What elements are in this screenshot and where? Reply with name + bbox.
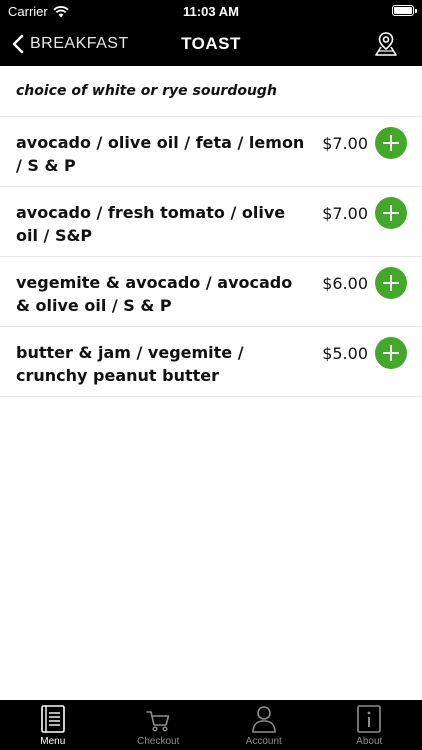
tab-account[interactable]: Account (211, 700, 317, 750)
info-icon (357, 705, 382, 733)
menu-content: choice of white or rye sourdough avocado… (0, 66, 422, 397)
map-pin-icon[interactable] (372, 30, 400, 58)
section-description: choice of white or rye sourdough (0, 66, 422, 117)
menu-book-icon (40, 705, 65, 733)
item-name: avocado / olive oil / feta / lemon / S &… (16, 133, 305, 175)
tab-checkout[interactable]: Checkout (106, 700, 212, 750)
list-item[interactable]: avocado / fresh tomato / olive oil / S&P… (0, 187, 422, 257)
add-icon[interactable] (375, 197, 407, 229)
item-price: $6.00 (322, 274, 368, 293)
add-icon[interactable] (375, 337, 407, 369)
list-item[interactable]: butter & jam / vegemite / crunchy peanut… (0, 327, 422, 397)
list-item[interactable]: avocado / olive oil / feta / lemon / S &… (0, 117, 422, 187)
item-name: avocado / fresh tomato / olive oil / S&P (16, 203, 286, 245)
tab-about[interactable]: About (317, 700, 422, 750)
status-bar: Carrier 11:03 AM (0, 0, 422, 22)
tab-label: Menu (40, 736, 66, 747)
add-icon[interactable] (375, 127, 407, 159)
item-name: vegemite & avocado / avocado & olive oil… (16, 273, 293, 315)
item-price: $5.00 (322, 344, 368, 363)
battery-icon (392, 5, 417, 16)
item-price: $7.00 (322, 204, 368, 223)
tab-label: About (356, 736, 383, 747)
tab-bar: Menu Checkout Account About (0, 700, 422, 750)
item-price: $7.00 (322, 134, 368, 153)
cart-icon (146, 711, 170, 732)
tab-label: Account (245, 736, 282, 747)
person-icon (251, 706, 276, 733)
tab-menu[interactable]: Menu (0, 700, 106, 750)
item-name: butter & jam / vegemite / crunchy peanut… (16, 343, 244, 385)
tab-label: Checkout (137, 736, 180, 747)
add-icon[interactable] (375, 267, 407, 299)
nav-bar: BREAKFAST TOAST (0, 22, 422, 66)
clock: 11:03 AM (183, 4, 239, 19)
list-item[interactable]: vegemite & avocado / avocado & olive oil… (0, 257, 422, 327)
page-title: TOAST (181, 34, 241, 53)
